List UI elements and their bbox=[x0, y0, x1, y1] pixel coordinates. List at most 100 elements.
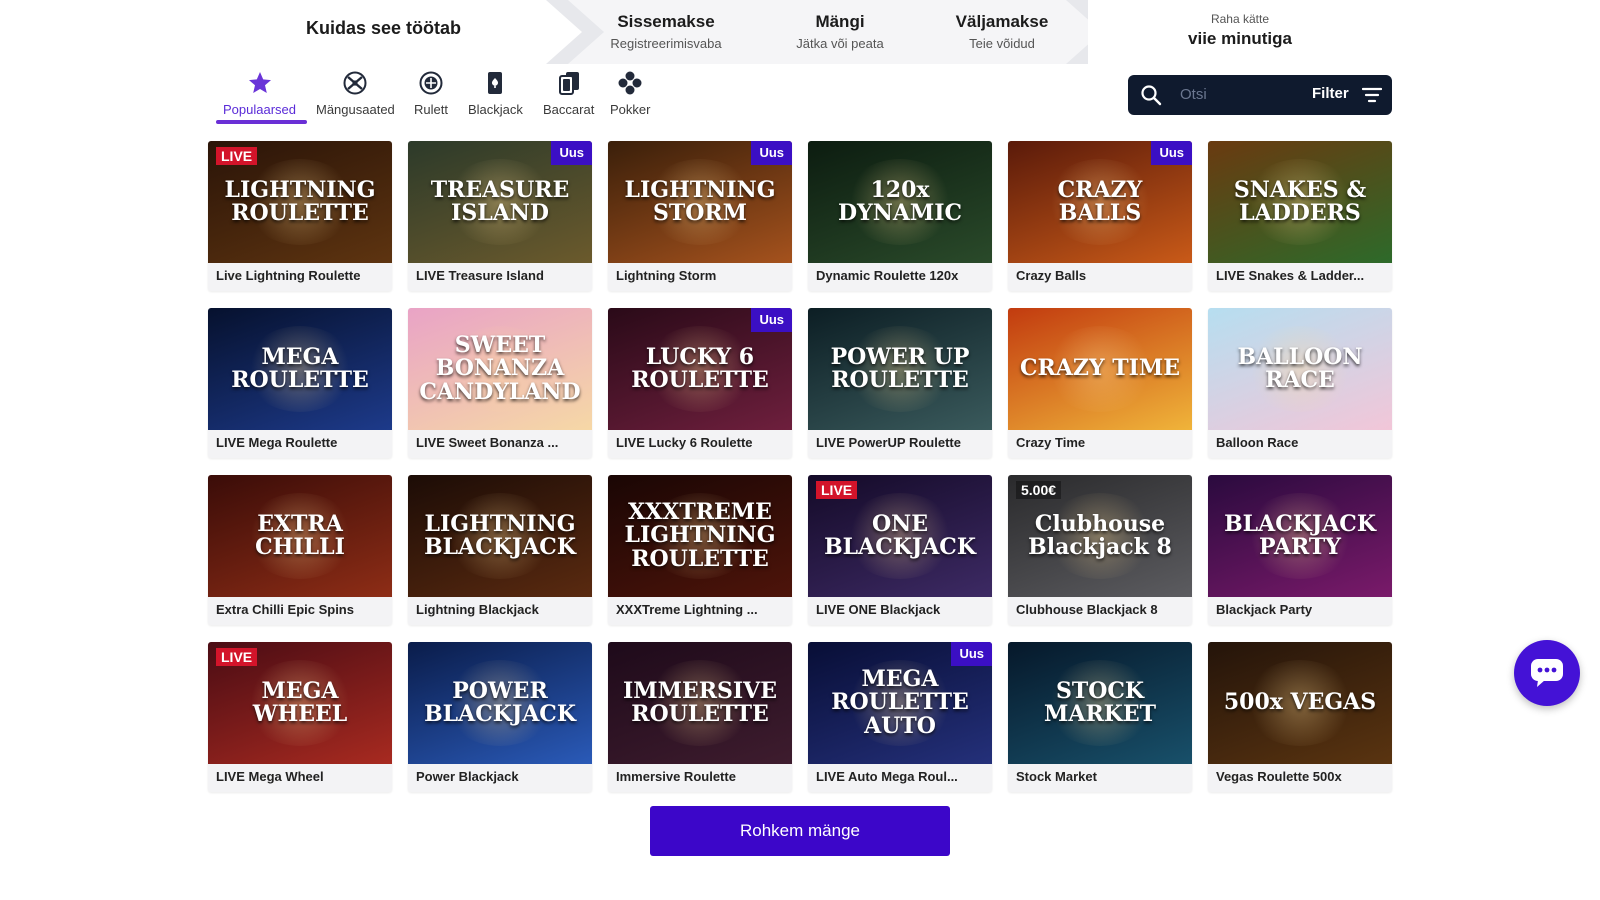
game-title[interactable]: Clubhouse Blackjack 8 bbox=[1016, 602, 1186, 617]
game-thumbnail[interactable]: CRAZY TIME bbox=[1008, 308, 1192, 430]
game-logo: LIGHTNING BLACKJACK bbox=[424, 510, 576, 560]
tab-rulett[interactable]: Rulett bbox=[414, 70, 448, 117]
game-thumbnail[interactable]: LUCKY 6 ROULETTE Uus bbox=[608, 308, 792, 430]
game-thumbnail[interactable]: BALLOON RACE bbox=[1208, 308, 1392, 430]
game-thumbnail[interactable]: LIGHTNING BLACKJACK bbox=[408, 475, 592, 597]
search-input[interactable]: Otsi bbox=[1180, 86, 1207, 103]
tab-mangusaated[interactable]: Mängusaated bbox=[316, 70, 395, 117]
game-thumbnail[interactable]: EXTRA CHILLI bbox=[208, 475, 392, 597]
game-card[interactable]: MEGA ROULETTE LIVE Mega Roulette bbox=[208, 308, 392, 458]
game-card[interactable]: SWEET BONANZA CANDYLAND LIVE Sweet Bonanz… bbox=[408, 308, 592, 458]
game-title[interactable]: LIVE Auto Mega Roul... bbox=[816, 769, 986, 784]
game-title[interactable]: LIVE ONE Blackjack bbox=[816, 602, 986, 617]
game-logo: BALLOON RACE bbox=[1237, 343, 1363, 393]
game-logo: XXXTREME LIGHTNING ROULETTE bbox=[624, 499, 776, 572]
filter-icon[interactable] bbox=[1362, 87, 1382, 103]
game-card[interactable]: POWER UP ROULETTE LIVE PowerUP Roulette bbox=[808, 308, 992, 458]
game-tag: LIVE bbox=[816, 481, 858, 499]
game-thumbnail[interactable]: POWER BLACKJACK bbox=[408, 642, 592, 764]
game-tag: 5.00€ bbox=[1016, 481, 1062, 499]
game-thumbnail[interactable]: IMMERSIVE ROULETTE bbox=[608, 642, 792, 764]
game-card[interactable]: MEGA WHEEL LIVE LIVE Mega Wheel bbox=[208, 642, 392, 792]
game-card[interactable]: XXXTREME LIGHTNING ROULETTE XXXTreme Ligh… bbox=[608, 475, 792, 625]
how-it-works-title: Kuidas see töötab bbox=[306, 18, 462, 38]
game-card[interactable]: CRAZY TIME Crazy Time bbox=[1008, 308, 1192, 458]
game-card[interactable]: ONE BLACKJACK LIVE LIVE ONE Blackjack bbox=[808, 475, 992, 625]
tab-populaarsed[interactable]: Populaarsed bbox=[223, 70, 296, 117]
game-title[interactable]: Balloon Race bbox=[1216, 435, 1386, 450]
tab-label: Mängusaated bbox=[316, 102, 395, 117]
game-title[interactable]: LIVE Mega Roulette bbox=[216, 435, 386, 450]
game-thumbnail[interactable]: SNAKES & LADDERS bbox=[1208, 141, 1392, 263]
game-card[interactable]: STOCK MARKET Stock Market bbox=[1008, 642, 1192, 792]
game-thumbnail[interactable]: SWEET BONANZA CANDYLAND bbox=[408, 308, 592, 430]
game-card[interactable]: EXTRA CHILLI Extra Chilli Epic Spins bbox=[208, 475, 392, 625]
game-card[interactable]: MEGA ROULETTE AUTO Uus LIVE Auto Mega Roul… bbox=[808, 642, 992, 792]
game-card[interactable]: 120x DYNAMIC Dynamic Roulette 120x bbox=[808, 141, 992, 291]
game-title[interactable]: Power Blackjack bbox=[416, 769, 586, 784]
game-logo: SWEET BONANZA CANDYLAND bbox=[419, 332, 581, 405]
step-payout-title: viie minutiga bbox=[1188, 29, 1292, 48]
search-icon bbox=[1141, 85, 1162, 106]
game-card[interactable]: TREASURE ISLAND Uus LIVE Treasure Island bbox=[408, 141, 592, 291]
game-card[interactable]: LIGHTNING BLACKJACK Lightning Blackjack bbox=[408, 475, 592, 625]
game-thumbnail[interactable]: XXXTREME LIGHTNING ROULETTE bbox=[608, 475, 792, 597]
step-payout: Raha kätte viie minutiga bbox=[1160, 12, 1320, 49]
game-title[interactable]: LIVE PowerUP Roulette bbox=[816, 435, 986, 450]
game-title[interactable]: Extra Chilli Epic Spins bbox=[216, 602, 386, 617]
search-bar[interactable]: Otsi Filter bbox=[1128, 75, 1392, 115]
game-thumbnail[interactable]: MEGA WHEEL LIVE bbox=[208, 642, 392, 764]
game-card[interactable]: LIGHTNING STORM Uus Lightning Storm bbox=[608, 141, 792, 291]
game-title[interactable]: Live Lightning Roulette bbox=[216, 268, 386, 283]
game-thumbnail[interactable]: MEGA ROULETTE AUTO Uus bbox=[808, 642, 992, 764]
game-card[interactable]: LUCKY 6 ROULETTE Uus LIVE Lucky 6 Roulette bbox=[608, 308, 792, 458]
step-deposit-title: Sissemakse bbox=[617, 12, 715, 31]
game-title[interactable]: LIVE Lucky 6 Roulette bbox=[616, 435, 786, 450]
game-logo: MEGA ROULETTE bbox=[231, 343, 369, 393]
game-card[interactable]: BLACKJACK PARTY Blackjack Party bbox=[1208, 475, 1392, 625]
game-thumbnail[interactable]: 120x DYNAMIC bbox=[808, 141, 992, 263]
game-card[interactable]: LIGHTNING ROULETTE LIVE Live Lightning Rou… bbox=[208, 141, 392, 291]
game-thumbnail[interactable]: LIGHTNING ROULETTE LIVE bbox=[208, 141, 392, 263]
game-thumbnail[interactable]: BLACKJACK PARTY bbox=[1208, 475, 1392, 597]
game-title[interactable]: LIVE Snakes & Ladder... bbox=[1216, 268, 1386, 283]
game-title[interactable]: Lightning Storm bbox=[616, 268, 786, 283]
game-title[interactable]: Dynamic Roulette 120x bbox=[816, 268, 986, 283]
game-thumbnail[interactable]: 500x VEGAS bbox=[1208, 642, 1392, 764]
game-thumbnail[interactable]: POWER UP ROULETTE bbox=[808, 308, 992, 430]
game-card[interactable]: 500x VEGAS Vegas Roulette 500x bbox=[1208, 642, 1392, 792]
game-title[interactable]: LIVE Mega Wheel bbox=[216, 769, 386, 784]
chat-button[interactable] bbox=[1514, 640, 1580, 706]
game-card[interactable]: CRAZY BALLS Uus Crazy Balls bbox=[1008, 141, 1192, 291]
game-logo: 500x VEGAS bbox=[1223, 689, 1377, 716]
tab-blackjack[interactable]: Blackjack bbox=[468, 70, 523, 117]
game-title[interactable]: LIVE Sweet Bonanza ... bbox=[416, 435, 586, 450]
tab-pokker[interactable]: Pokker bbox=[610, 70, 650, 117]
game-tag: LIVE bbox=[216, 648, 258, 666]
tab-baccarat[interactable]: Baccarat bbox=[543, 70, 594, 117]
game-title[interactable]: Blackjack Party bbox=[1216, 602, 1386, 617]
game-title[interactable]: Vegas Roulette 500x bbox=[1216, 769, 1386, 784]
game-card[interactable]: IMMERSIVE ROULETTE Immersive Roulette bbox=[608, 642, 792, 792]
game-title[interactable]: Stock Market bbox=[1016, 769, 1186, 784]
game-thumbnail[interactable]: STOCK MARKET bbox=[1008, 642, 1192, 764]
filter-button[interactable]: Filter bbox=[1312, 85, 1349, 102]
game-title[interactable]: Lightning Blackjack bbox=[416, 602, 586, 617]
game-card[interactable]: SNAKES & LADDERS LIVE Snakes & Ladder... bbox=[1208, 141, 1392, 291]
game-thumbnail[interactable]: MEGA ROULETTE bbox=[208, 308, 392, 430]
game-title[interactable]: Crazy Time bbox=[1016, 435, 1186, 450]
game-card[interactable]: BALLOON RACE Balloon Race bbox=[1208, 308, 1392, 458]
game-thumbnail[interactable]: CRAZY BALLS Uus bbox=[1008, 141, 1192, 263]
game-card[interactable]: POWER BLACKJACK Power Blackjack bbox=[408, 642, 592, 792]
game-title[interactable]: Crazy Balls bbox=[1016, 268, 1186, 283]
game-title[interactable]: XXXTreme Lightning ... bbox=[616, 602, 786, 617]
game-title[interactable]: LIVE Treasure Island bbox=[416, 268, 586, 283]
game-thumbnail[interactable]: TREASURE ISLAND Uus bbox=[408, 141, 592, 263]
more-games-button[interactable]: Rohkem mänge bbox=[650, 806, 950, 856]
game-card[interactable]: Clubhouse Blackjack 8 5.00€ Clubhouse Blac… bbox=[1008, 475, 1192, 625]
game-title[interactable]: Immersive Roulette bbox=[616, 769, 786, 784]
tab-label: Populaarsed bbox=[223, 102, 296, 117]
game-thumbnail[interactable]: LIGHTNING STORM Uus bbox=[608, 141, 792, 263]
game-thumbnail[interactable]: Clubhouse Blackjack 8 5.00€ bbox=[1008, 475, 1192, 597]
game-thumbnail[interactable]: ONE BLACKJACK LIVE bbox=[808, 475, 992, 597]
